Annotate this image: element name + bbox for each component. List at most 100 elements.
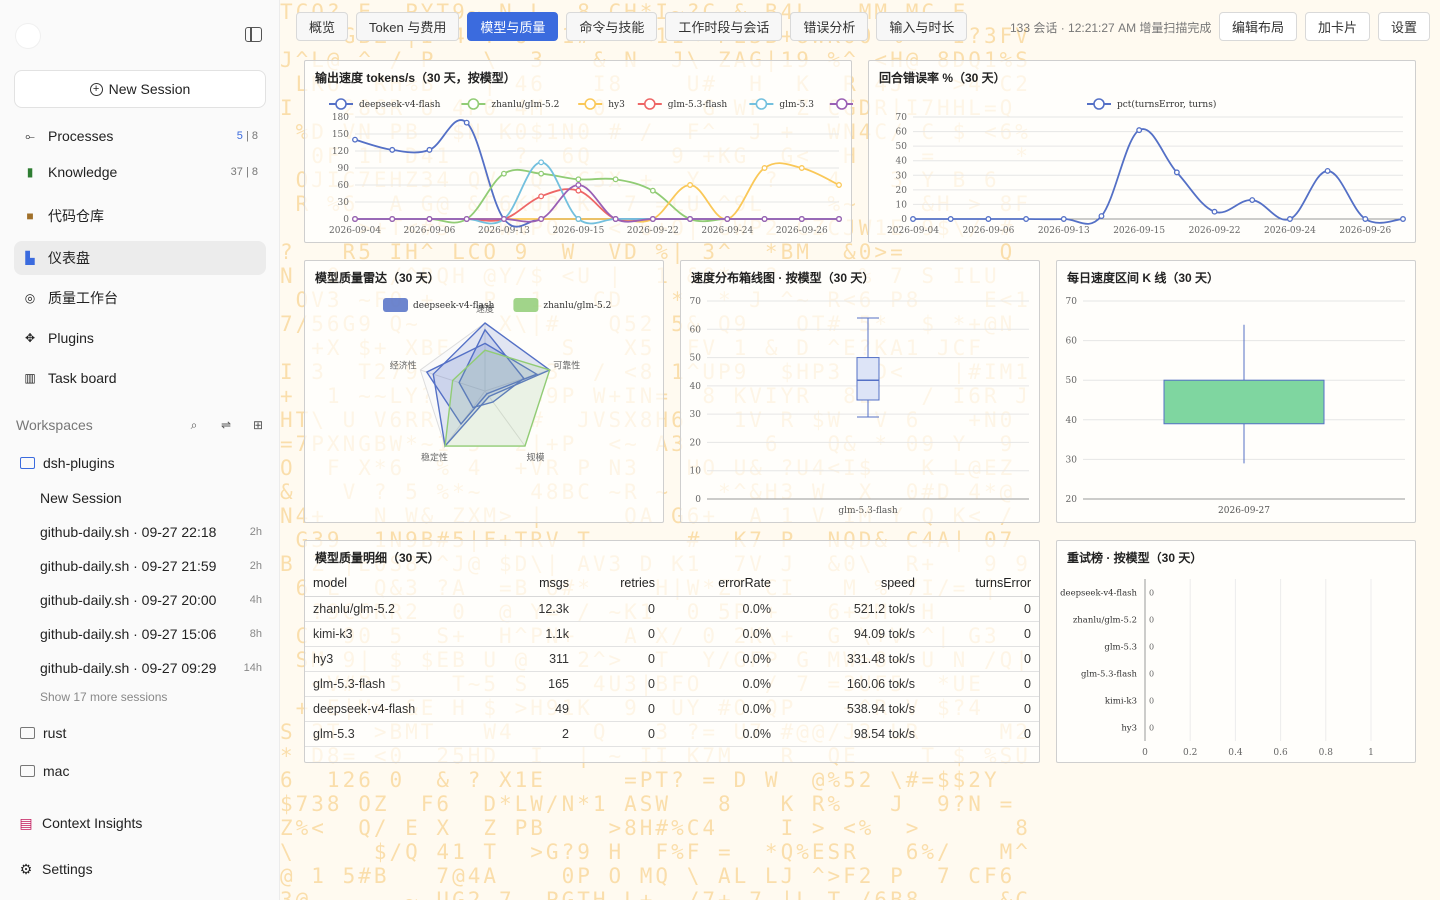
tab-overview[interactable]: 概览: [296, 12, 349, 41]
settings-tab-button[interactable]: 设置: [1377, 12, 1430, 41]
y-tick-label: 0: [695, 495, 701, 505]
radar-indicator-label: 稳定性: [421, 451, 448, 463]
y-tick-label: 20: [896, 186, 908, 196]
legend-marker: [643, 98, 656, 110]
sidebar-item-plugins[interactable]: ✥ Plugins: [14, 321, 266, 355]
table-cell: 0: [923, 671, 1039, 697]
column-header[interactable]: retries: [577, 571, 663, 597]
tab-model-quality[interactable]: 模型与质量: [467, 12, 559, 41]
x-tick-label: 0.8: [1319, 748, 1334, 758]
table-row[interactable]: zhanlu/glm-5.2 12.3k 0 0.0% 521.2 tok/s 0: [305, 596, 1039, 622]
column-header[interactable]: errorRate: [663, 571, 779, 597]
table-row[interactable]: kimi-k3 1.1k 0 0.0% 94.09 tok/s 0: [305, 621, 1039, 647]
data-point: [1173, 169, 1180, 176]
sidebar-item-dashboard[interactable]: ▙ 仪表盘: [14, 241, 266, 275]
session-item[interactable]: github-daily.sh · 09-27 20:00 4h: [40, 588, 262, 612]
table-row[interactable]: glm-5.3-flash 165 0 0.0% 160.06 tok/s 0: [305, 671, 1039, 697]
session-title: github-daily.sh · 09-27 09:29: [40, 660, 217, 676]
x-tick-label: 2026-09-22: [1189, 226, 1241, 236]
x-tick-label: 2026-09-04: [887, 226, 939, 236]
tab-commands-skills[interactable]: 命令与技能: [566, 12, 658, 41]
data-point: [575, 176, 582, 183]
scan-status: 133 会话 · 12:21:27 AM 增量扫描完成: [1010, 21, 1212, 35]
show-more-sessions-link[interactable]: Show 17 more sessions: [40, 690, 167, 704]
y-tick-label: 60: [896, 128, 908, 138]
y-tick-label: 90: [338, 164, 350, 174]
session-age: 8h: [249, 628, 262, 640]
sidebar-item-quality[interactable]: ◎ 质量工作台: [14, 281, 266, 315]
session-title: github-daily.sh · 09-27 22:18: [40, 524, 217, 540]
table-cell: 2: [495, 721, 577, 747]
sidebar-item-knowledge[interactable]: ▮ Knowledge 37 | 8: [14, 155, 266, 189]
table-cell: 0: [577, 721, 663, 747]
table-cell: 538.94 tok/s: [779, 696, 923, 722]
column-header[interactable]: msgs: [495, 571, 577, 597]
column-header[interactable]: speed: [779, 571, 923, 597]
session-item[interactable]: New Session: [40, 486, 262, 510]
data-point: [910, 216, 916, 222]
table-cell: hy3: [305, 646, 495, 672]
data-point: [836, 182, 842, 188]
processes-icon: ⟜: [25, 128, 35, 143]
data-point: [1136, 127, 1143, 134]
context-insights-button[interactable]: ▤ Context Insights: [18, 810, 142, 836]
table-cell: 0: [923, 696, 1039, 722]
data-point: [538, 170, 545, 177]
sidebar-toggle-icon[interactable]: [245, 27, 262, 42]
sidebar-item-taskboard[interactable]: ▥ Task board: [14, 361, 266, 395]
bar-value-label: 0: [1149, 670, 1154, 679]
y-tick-label: 70: [1066, 297, 1078, 307]
sidebar-item-label: 仪表盘: [48, 250, 90, 266]
speed-chart-card: 输出速度 tokens/s（30 天，按模型） 0 30 60 90 120 150 180…: [304, 60, 853, 243]
table-cell: 0.0%: [663, 721, 779, 747]
x-tick-label: 0.6: [1273, 748, 1288, 758]
y-category-label: hy3: [1121, 724, 1137, 734]
x-tick-label: 2026-09-24: [1264, 226, 1316, 236]
y-tick-label: 120: [332, 147, 349, 157]
session-item[interactable]: github-daily.sh · 09-27 21:59 2h: [40, 554, 262, 578]
legend-marker: [335, 98, 347, 110]
table-cell: 0.0%: [663, 596, 779, 622]
sidebar-item-repos[interactable]: ■ 代码仓库: [14, 199, 266, 233]
table-cell: 1.1k: [495, 621, 577, 647]
legend-label: deepseek-v4-flash: [413, 301, 495, 311]
data-point: [389, 146, 396, 153]
sidebar-item-label: 代码仓库: [48, 208, 104, 224]
edit-layout-button[interactable]: 编辑布局: [1218, 12, 1297, 41]
context-insights-label: Context Insights: [42, 815, 143, 831]
x-tick-label: 0: [1142, 748, 1148, 758]
y-tick-label: 30: [896, 171, 908, 181]
session-item[interactable]: github-daily.sh · 09-27 09:29 14h: [40, 656, 262, 680]
session-item[interactable]: github-daily.sh · 09-27 22:18 2h: [40, 520, 262, 544]
data-point: [500, 216, 507, 222]
tab-errors[interactable]: 错误分析: [790, 12, 869, 41]
tab-work-hours[interactable]: 工作时段与会话: [665, 12, 783, 41]
table-row[interactable]: glm-5.3 2 0 0.0% 98.54 tok/s 0: [305, 721, 1039, 747]
session-item[interactable]: github-daily.sh · 09-27 15:06 8h: [40, 622, 262, 646]
tab-input-duration[interactable]: 输入与时长: [876, 12, 968, 41]
settings-button[interactable]: ⚙ Settings: [18, 856, 93, 882]
session-age: 2h: [249, 526, 262, 538]
add-card-button[interactable]: 加卡片: [1304, 12, 1370, 41]
data-point: [612, 216, 619, 222]
workspace-folder-rust[interactable]: rust: [20, 720, 66, 746]
table-row[interactable]: deepseek-v4-flash 49 0 0.0% 538.94 tok/s 0: [305, 696, 1039, 722]
sidebar-item-processes[interactable]: ⟜ Processes 5 | 8: [14, 119, 266, 153]
y-category-label: deepseek-v4-flash: [1060, 589, 1137, 599]
radar-indicator-label: 可靠性: [553, 360, 580, 372]
column-header[interactable]: turnsError: [923, 571, 1039, 597]
data-point: [500, 170, 507, 177]
search-icon[interactable]: ⌕: [186, 417, 202, 433]
filter-icon[interactable]: ⇌: [218, 417, 234, 433]
workspace-folder-dsh-plugins[interactable]: dsh-plugins: [20, 450, 115, 476]
workspace-folder-mac[interactable]: mac: [20, 758, 69, 784]
table-row[interactable]: hy3 311 0 0.0% 331.48 tok/s 0: [305, 646, 1039, 672]
new-session-button[interactable]: + New Session: [14, 70, 266, 108]
series-line-hy3: [354, 162, 840, 223]
tab-token-cost[interactable]: Token 与费用: [356, 12, 460, 41]
y-tick-label: 0: [901, 215, 907, 225]
column-header[interactable]: model: [305, 571, 495, 597]
legend-label: glm-5.3: [779, 100, 814, 110]
x-tick-label: 0.2: [1183, 748, 1197, 758]
new-folder-icon[interactable]: ⊞: [250, 417, 266, 433]
